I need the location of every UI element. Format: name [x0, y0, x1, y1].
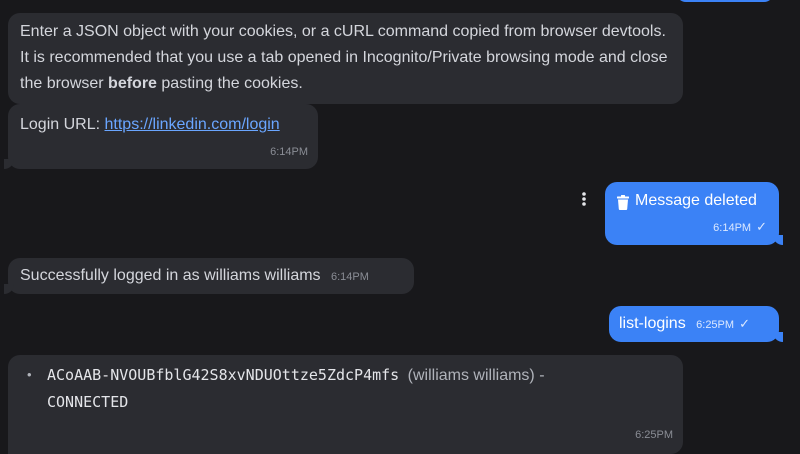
message-time: 6:25PM ✓ — [696, 316, 750, 332]
instructions-bold: before — [108, 75, 157, 92]
sent-check-icon: ✓ — [739, 316, 750, 331]
message-time: 6:14PM — [331, 271, 369, 283]
login-id: ACoAAB-NVOUBfblG42S8xvNDUOttze5ZdcP4mfs — [47, 366, 400, 384]
instructions-message: Enter a JSON object with your cookies, o… — [8, 13, 683, 104]
login-url-label: Login URL: — [20, 116, 105, 133]
login-url-link[interactable]: https://linkedin.com/login — [105, 116, 280, 133]
more-vertical-icon[interactable] — [578, 190, 590, 210]
login-list-item: • ACoAAB-NVOUBfblG42S8xvNDUOttze5ZdcP4mf… — [20, 362, 671, 416]
login-status: CONNECTED — [47, 393, 129, 411]
login-name: (williams williams) - — [407, 367, 545, 384]
message-time: 6:25PM — [635, 429, 673, 441]
sent-check-icon: ✓ — [756, 219, 767, 234]
logins-list-message: • ACoAAB-NVOUBfblG42S8xvNDUOttze5ZdcP4mf… — [8, 355, 683, 454]
list-bullet: • — [27, 367, 32, 382]
login-success-message: Successfully logged in as williams willi… — [4, 258, 414, 294]
list-logins-message[interactable]: list-logins 6:25PM ✓ — [609, 306, 783, 342]
bubble-tail — [4, 159, 14, 169]
message-time-value: 6:14PM — [713, 222, 752, 234]
message-time: 6:14PM ✓ — [713, 220, 767, 235]
login-url-message: Login URL: https://linkedin.com/login 6:… — [4, 104, 318, 169]
deleted-message[interactable]: Message deleted 6:14PM ✓ — [605, 182, 783, 245]
message-time-value: 6:25PM — [696, 319, 735, 331]
partial-outgoing-bubble — [676, 0, 774, 2]
bubble-tail — [4, 284, 14, 294]
bubble-tail — [773, 332, 783, 342]
deleted-message-text: Message deleted — [635, 192, 757, 209]
login-success-text: Successfully logged in as williams willi… — [20, 267, 321, 284]
trash-icon — [617, 193, 631, 210]
list-logins-text: list-logins — [619, 315, 686, 332]
bubble-tail — [773, 235, 783, 245]
instructions-text-end: pasting the cookies. — [156, 75, 303, 92]
message-time: 6:14PM — [270, 146, 308, 158]
